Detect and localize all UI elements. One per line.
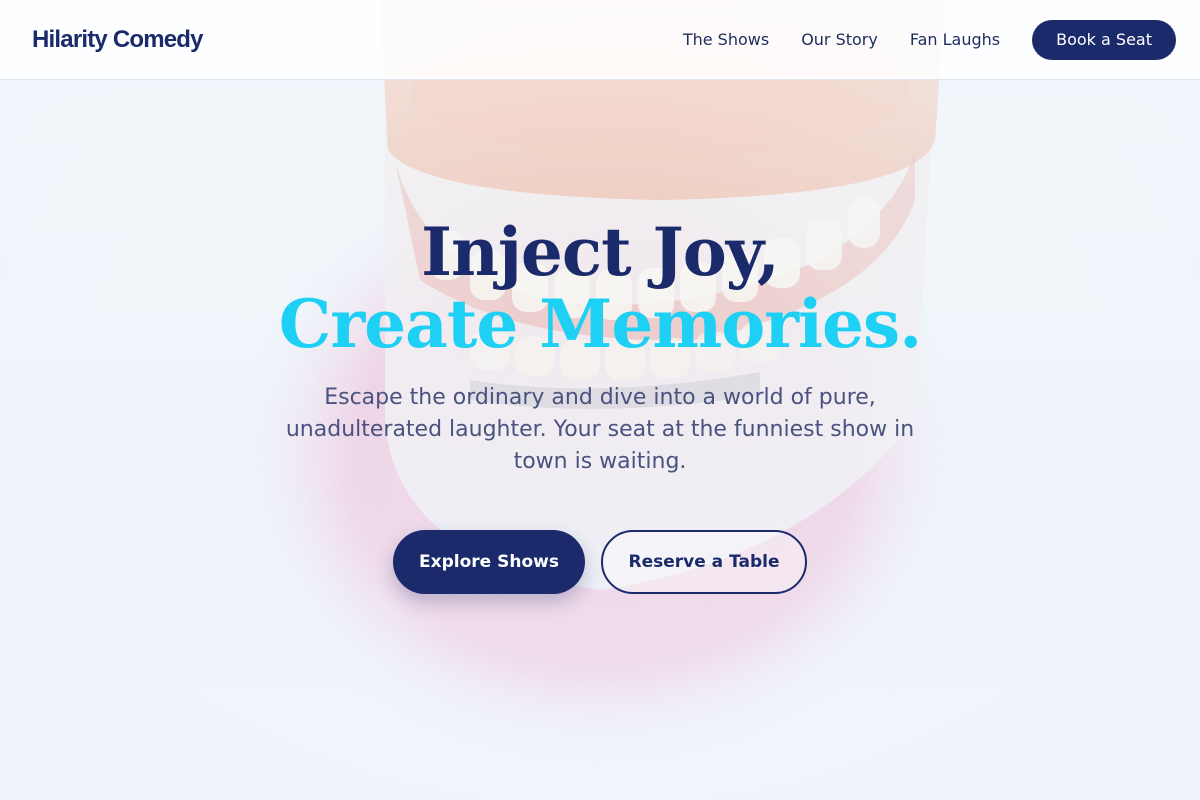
hero-headline: Inject Joy, Create Memories. [0,216,1200,360]
book-a-seat-button[interactable]: Book a Seat [1032,19,1176,60]
headline-line-2: Create Memories. [278,285,922,363]
site-header: Hilarity Comedy The Shows Our Story Fan … [0,0,1200,80]
nav-link-fan-laughs[interactable]: Fan Laughs [910,30,1000,49]
hero-buttons: Explore Shows Reserve a Table [0,530,1200,594]
main-nav: The Shows Our Story Fan Laughs Book a Se… [683,19,1176,60]
hero-subtext: Escape the ordinary and dive into a worl… [285,385,915,474]
reserve-table-button[interactable]: Reserve a Table [601,530,807,594]
brand-logo[interactable]: Hilarity Comedy [32,26,204,54]
nav-link-the-shows[interactable]: The Shows [683,30,769,49]
explore-shows-button[interactable]: Explore Shows [393,530,585,594]
hero-section: Inject Joy, Create Memories. Escape the … [0,216,1200,594]
headline-line-1: Inject Joy, [421,213,780,291]
nav-link-our-story[interactable]: Our Story [801,30,878,49]
